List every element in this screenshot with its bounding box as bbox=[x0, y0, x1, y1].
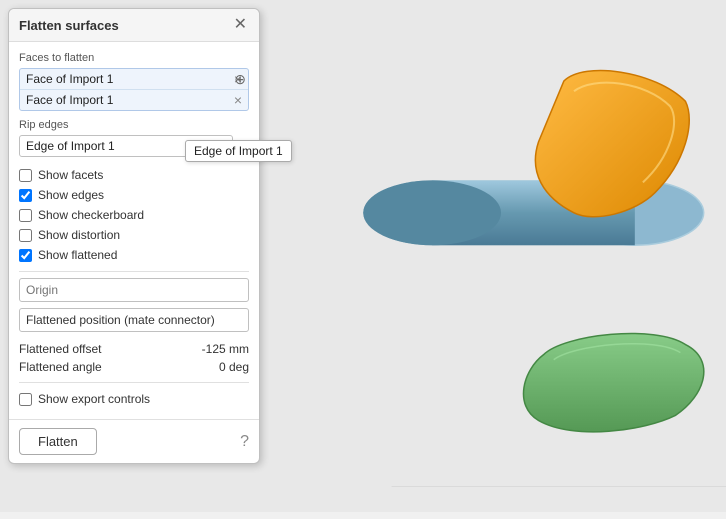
show-distortion-row: Show distortion bbox=[19, 225, 249, 245]
show-edges-row: Show edges bbox=[19, 185, 249, 205]
origin-input[interactable] bbox=[19, 278, 249, 302]
show-checkerboard-label: Show checkerboard bbox=[38, 208, 144, 222]
show-flattened-row: Show flattened bbox=[19, 245, 249, 265]
show-export-controls-label: Show export controls bbox=[38, 392, 150, 406]
edge-tooltip: Edge of Import 1 bbox=[185, 140, 292, 162]
rip-edges-label: Rip edges bbox=[19, 119, 249, 131]
show-facets-checkbox[interactable] bbox=[19, 169, 32, 182]
show-distortion-label: Show distortion bbox=[38, 228, 120, 242]
show-facets-label: Show facets bbox=[38, 168, 103, 182]
show-export-controls-checkbox[interactable] bbox=[19, 393, 32, 406]
show-export-controls-row: Show export controls bbox=[19, 389, 249, 409]
show-distortion-checkbox[interactable] bbox=[19, 229, 32, 242]
mate-connector-button[interactable]: Flattened position (mate connector) bbox=[19, 308, 249, 332]
face-list: ⊕ Face of Import 1 × Face of Import 1 × bbox=[19, 68, 249, 111]
close-button[interactable]: ✕ bbox=[232, 17, 249, 33]
show-flattened-checkbox[interactable] bbox=[19, 249, 32, 262]
show-checkerboard-checkbox[interactable] bbox=[19, 209, 32, 222]
separator-2 bbox=[19, 382, 249, 383]
flatten-button[interactable]: Flatten bbox=[19, 428, 97, 455]
show-edges-label: Show edges bbox=[38, 188, 104, 202]
flattened-angle-label: Flattened angle bbox=[19, 360, 102, 374]
help-icon[interactable]: ? bbox=[240, 433, 249, 451]
show-flattened-label: Show flattened bbox=[38, 248, 117, 262]
flattened-offset-label: Flattened offset bbox=[19, 342, 102, 356]
flattened-offset-value: -125 mm bbox=[202, 342, 249, 356]
show-checkerboard-row: Show checkerboard bbox=[19, 205, 249, 225]
face-item-1: Face of Import 1 × bbox=[20, 69, 248, 90]
flatten-surfaces-dialog: Flatten surfaces ✕ Faces to flatten ⊕ Fa… bbox=[8, 8, 260, 464]
dialog-header: Flatten surfaces ✕ bbox=[9, 9, 259, 42]
flattened-angle-row: Flattened angle 0 deg bbox=[19, 358, 249, 376]
checkboxes-section: Show facets Show edges Show checkerboard… bbox=[19, 165, 249, 265]
face-item-2-label: Face of Import 1 bbox=[26, 93, 113, 107]
dialog-title: Flatten surfaces bbox=[19, 18, 119, 33]
dialog-footer: Flatten ? bbox=[9, 419, 259, 463]
flattened-offset-row: Flattened offset -125 mm bbox=[19, 340, 249, 358]
remove-face-2-button[interactable]: × bbox=[234, 93, 242, 107]
face-item-2: Face of Import 1 × bbox=[20, 90, 248, 110]
show-facets-row: Show facets bbox=[19, 165, 249, 185]
separator-1 bbox=[19, 271, 249, 272]
face-item-1-label: Face of Import 1 bbox=[26, 72, 113, 86]
green-flattened bbox=[523, 333, 703, 431]
flattened-angle-value: 0 deg bbox=[219, 360, 249, 374]
show-edges-checkbox[interactable] bbox=[19, 189, 32, 202]
faces-to-flatten-label: Faces to flatten bbox=[19, 52, 249, 64]
add-face-button[interactable]: ⊕ bbox=[234, 71, 246, 88]
dialog-body: Faces to flatten ⊕ Face of Import 1 × Fa… bbox=[9, 42, 259, 419]
